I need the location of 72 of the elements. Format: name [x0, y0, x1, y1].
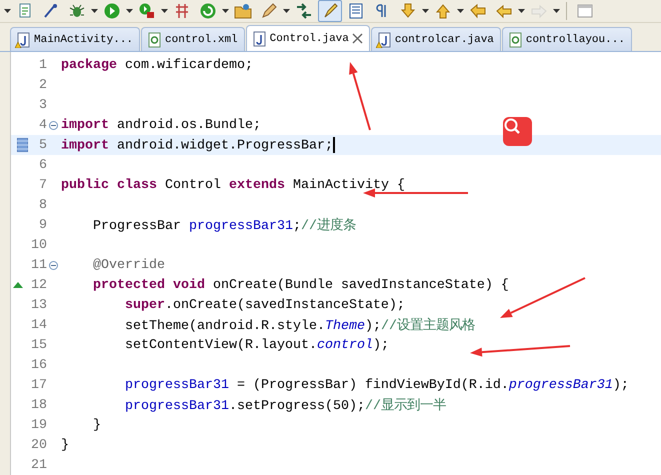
code-line: setTheme(android.R.style.Theme);//设置主题风格 [124, 316, 475, 334]
search-button[interactable] [503, 117, 532, 146]
run-tools-icon [138, 2, 156, 20]
forward-arrow-icon [530, 2, 548, 20]
toolbar-button[interactable] [318, 0, 342, 22]
line-number: 15 [30, 338, 47, 352]
play-icon [103, 2, 121, 20]
code-line: super.onCreate(savedInstanceState); [124, 298, 405, 312]
folder-icon [234, 2, 252, 20]
caret-icon[interactable] [422, 9, 429, 13]
code-line: ProgressBar progressBar31;//进度条 [92, 216, 356, 234]
line-number: 7 [38, 178, 47, 192]
code-line: @Override [92, 258, 165, 272]
line-number: 21 [30, 458, 47, 472]
line-number: 10 [30, 238, 47, 252]
back-arrow-icon [469, 2, 487, 20]
close-icon[interactable] [352, 33, 363, 44]
refresh-icon [199, 2, 217, 20]
needle-icon [42, 2, 60, 20]
grid-icon [173, 2, 191, 20]
line-number: 1 [38, 58, 47, 72]
line-number: 13 [30, 298, 47, 312]
bug-icon [68, 2, 86, 20]
line-number: 9 [38, 218, 47, 232]
pencil-icon [260, 2, 278, 20]
editor-tab[interactable]: Control.java [246, 25, 370, 51]
down-arrow-icon [399, 2, 417, 20]
caret-icon[interactable] [457, 9, 464, 13]
up-arrow-icon [434, 2, 452, 20]
editor-tab[interactable]: control.xml [141, 27, 245, 51]
caret-icon[interactable] [518, 9, 525, 13]
back-arrow-icon [495, 2, 513, 20]
line-number: 17 [30, 378, 47, 392]
search-icon [503, 117, 521, 135]
code-line: import android.os.Bundle; [60, 118, 261, 132]
line-number: 11 [30, 258, 47, 272]
caret-icon[interactable] [283, 9, 290, 13]
code-line: package com.wificardemo; [60, 58, 253, 72]
code-line: progressBar31.setProgress(50);//显示到一半 [124, 396, 446, 414]
code-line: setContentView(R.layout.control); [124, 338, 389, 352]
line-number: 20 [30, 438, 47, 452]
window-icon [576, 2, 594, 20]
arrows-icon [295, 2, 313, 20]
line-number: 19 [30, 418, 47, 432]
code-line: } [92, 418, 101, 432]
code-line: progressBar31 = (ProgressBar) findViewById(R.id.progressBar31); [124, 378, 629, 392]
line-number: 6 [38, 158, 47, 172]
line-number: 18 [30, 398, 47, 412]
code-line: import android.widget.ProgressBar; [60, 136, 335, 154]
line-number: 8 [38, 198, 47, 212]
caret-icon[interactable] [161, 9, 168, 13]
editor-tab[interactable]: controlcar.java [370, 27, 501, 51]
code-line: public class Control extends MainActivity { [60, 178, 405, 192]
line-number: 12 [30, 278, 47, 292]
annotation-arrow [349, 62, 371, 130]
collapse-icon[interactable] [48, 120, 58, 130]
editor-tab[interactable]: controllayou... [502, 27, 632, 51]
line-number: 3 [38, 98, 47, 112]
editor-tab[interactable]: MainActivity... [10, 27, 140, 51]
caret-icon[interactable] [91, 9, 98, 13]
line-number: 14 [30, 318, 47, 332]
line-number: 16 [30, 358, 47, 372]
code-line: protected void onCreate(Bundle savedInstanceState) { [92, 278, 509, 292]
line-number: 5 [38, 138, 47, 152]
code-line: } [60, 438, 69, 452]
caret-icon[interactable] [222, 9, 229, 13]
caret-icon [4, 9, 11, 13]
collapse-icon[interactable] [48, 260, 58, 270]
line-number: 2 [38, 78, 47, 92]
page-icon [347, 2, 365, 20]
caret-icon[interactable] [126, 9, 133, 13]
line-number: 4 [38, 118, 47, 132]
